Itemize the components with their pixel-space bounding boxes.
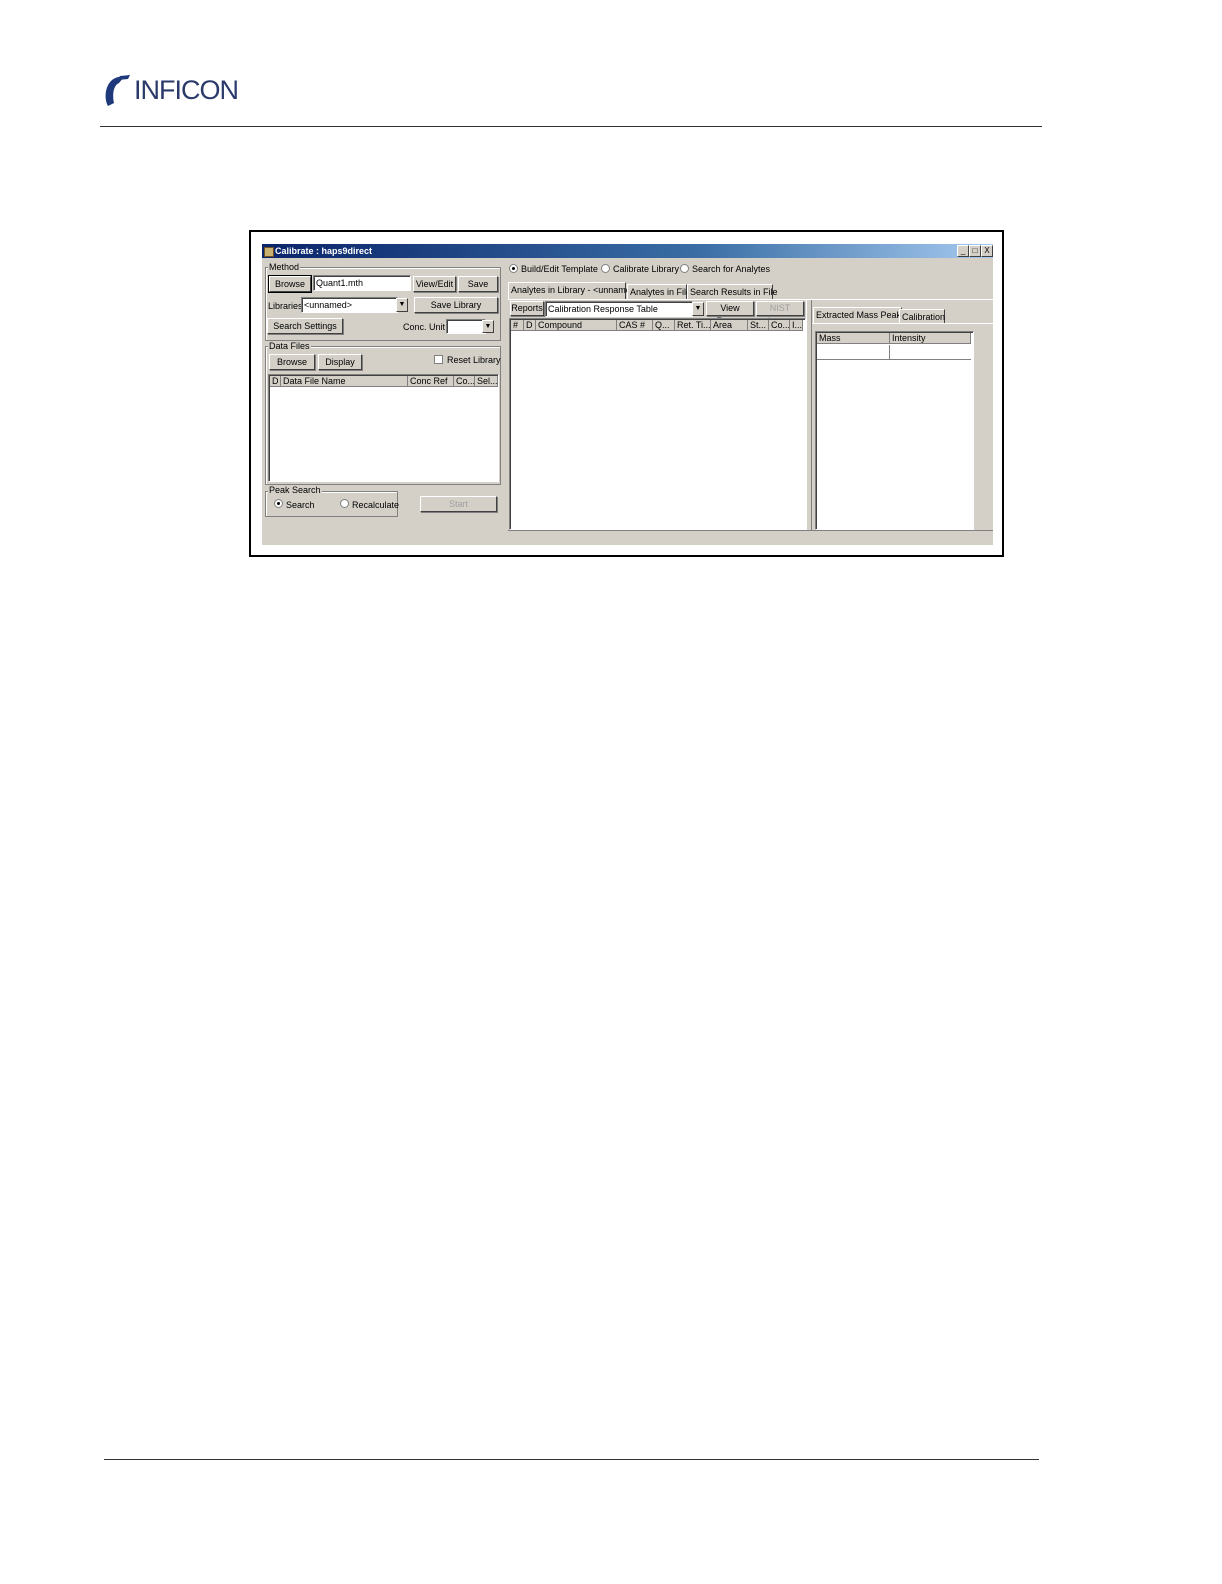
calibrate-library-label: Calibrate Library xyxy=(613,264,680,274)
libraries-dropdown-icon[interactable]: ▼ xyxy=(396,298,408,312)
search-for-analytes-radio[interactable] xyxy=(680,264,689,273)
column-header-intensity[interactable]: Intensity xyxy=(890,333,971,344)
reset-library-label: Reset Library xyxy=(447,355,501,365)
column-header-d[interactable]: D xyxy=(270,376,281,387)
tab-panel-edge xyxy=(508,299,993,300)
right-tab-panel-edge xyxy=(812,323,993,324)
libraries-select[interactable]: <unnamed> xyxy=(301,297,398,313)
minimize-button[interactable]: _ xyxy=(957,245,969,257)
conc-unit-dropdown-icon[interactable]: ▼ xyxy=(482,320,494,333)
brand-name: INFICON xyxy=(134,75,239,105)
start-button[interactable]: Start xyxy=(420,496,497,512)
status-edge xyxy=(508,530,993,531)
analyte-list[interactable]: # D Compound CAS # Q... Ret. Ti... Area … xyxy=(509,318,806,530)
mass-peak-row[interactable] xyxy=(817,345,971,360)
data-files-browse-button[interactable]: Browse xyxy=(269,354,315,370)
view-edit-button[interactable]: View/Edit xyxy=(413,276,456,292)
search-radio[interactable] xyxy=(274,499,283,508)
tab-calibration[interactable]: Calibration xyxy=(899,309,945,324)
method-save-button[interactable]: Save xyxy=(458,276,498,292)
libraries-label: Libraries xyxy=(268,301,303,311)
peak-search-group-label: Peak Search xyxy=(268,485,322,495)
method-file-field[interactable]: Quant1.mth xyxy=(313,275,411,291)
column-header-co[interactable]: Co... xyxy=(454,376,475,387)
search-settings-button[interactable]: Search Settings xyxy=(267,318,343,334)
column-header-conc-ref[interactable]: Conc Ref xyxy=(408,376,454,387)
main-tab-strip: Analytes in Library - <unnamed> Analytes… xyxy=(508,282,993,299)
method-browse-button[interactable]: Browse xyxy=(268,275,312,293)
tab-extracted-mass-peaks[interactable]: Extracted Mass Peaks xyxy=(813,307,906,324)
tab-search-results-in-file[interactable]: Search Results in File xyxy=(687,284,778,299)
search-radio-label: Search xyxy=(286,500,315,510)
reports-button[interactable]: Reports xyxy=(510,301,544,316)
mass-peaks-list[interactable]: Mass Intensity xyxy=(815,331,974,530)
calibrate-library-radio[interactable] xyxy=(601,264,610,273)
app-icon xyxy=(264,247,274,257)
column-header-area[interactable]: Area xyxy=(711,320,748,331)
title-bar[interactable]: Calibrate : haps9direct _ □ X xyxy=(262,244,993,258)
tab-analytes-in-library[interactable]: Analytes in Library - <unnamed> xyxy=(508,282,641,299)
column-header-d[interactable]: D xyxy=(524,320,536,331)
column-header-co[interactable]: Co... xyxy=(769,320,790,331)
maximize-button[interactable]: □ xyxy=(969,245,981,257)
build-edit-template-radio[interactable] xyxy=(509,264,518,273)
calibrate-window: Calibrate : haps9direct _ □ X Method Bro… xyxy=(262,244,993,545)
cell-divider xyxy=(889,345,890,359)
column-header-data-file-name[interactable]: Data File Name xyxy=(281,376,408,387)
recalculate-radio-label: Recalculate xyxy=(352,500,400,510)
data-files-list[interactable]: D Data File Name Conc Ref Co... Sel... xyxy=(268,374,499,482)
view-report-button[interactable]: View Report xyxy=(706,301,754,326)
column-header-cas[interactable]: CAS # xyxy=(617,320,653,331)
column-header-st[interactable]: St... xyxy=(748,320,769,331)
column-header-i[interactable]: I... xyxy=(790,320,803,331)
tab-analytes-in-file[interactable]: Analytes in File xyxy=(627,284,691,299)
header-rule xyxy=(100,126,1042,127)
conc-unit-select[interactable] xyxy=(446,319,486,334)
column-header-sel[interactable]: Sel... xyxy=(475,376,498,387)
reports-dropdown-icon[interactable]: ▼ xyxy=(692,302,704,316)
method-group-label: Method xyxy=(268,262,301,272)
column-header-mass[interactable]: Mass xyxy=(817,333,890,344)
save-library-button[interactable]: Save Library xyxy=(414,297,498,313)
reports-select[interactable]: Calibration Response Table xyxy=(545,301,693,317)
search-for-analytes-label: Search for Analytes xyxy=(692,264,771,274)
close-button[interactable]: X xyxy=(981,245,993,257)
panel-splitter[interactable] xyxy=(806,300,812,530)
reset-library-checkbox[interactable] xyxy=(434,355,443,364)
column-header-compound[interactable]: Compound xyxy=(536,320,617,331)
display-button[interactable]: Display xyxy=(318,354,362,370)
nist-search-button[interactable]: NIST Search xyxy=(756,301,804,326)
recalculate-radio[interactable] xyxy=(340,499,349,508)
column-header-number[interactable]: # xyxy=(511,320,524,331)
window-title: Calibrate : haps9direct xyxy=(275,246,373,256)
build-edit-template-label: Build/Edit Template xyxy=(521,264,598,274)
column-header-ret-time[interactable]: Ret. Ti... xyxy=(675,320,711,331)
conc-unit-label: Conc. Unit xyxy=(403,322,446,332)
column-header-q[interactable]: Q... xyxy=(653,320,675,331)
data-files-group-label: Data Files xyxy=(268,341,311,351)
footer-rule xyxy=(104,1459,1039,1460)
inficon-logo-icon xyxy=(105,75,130,106)
